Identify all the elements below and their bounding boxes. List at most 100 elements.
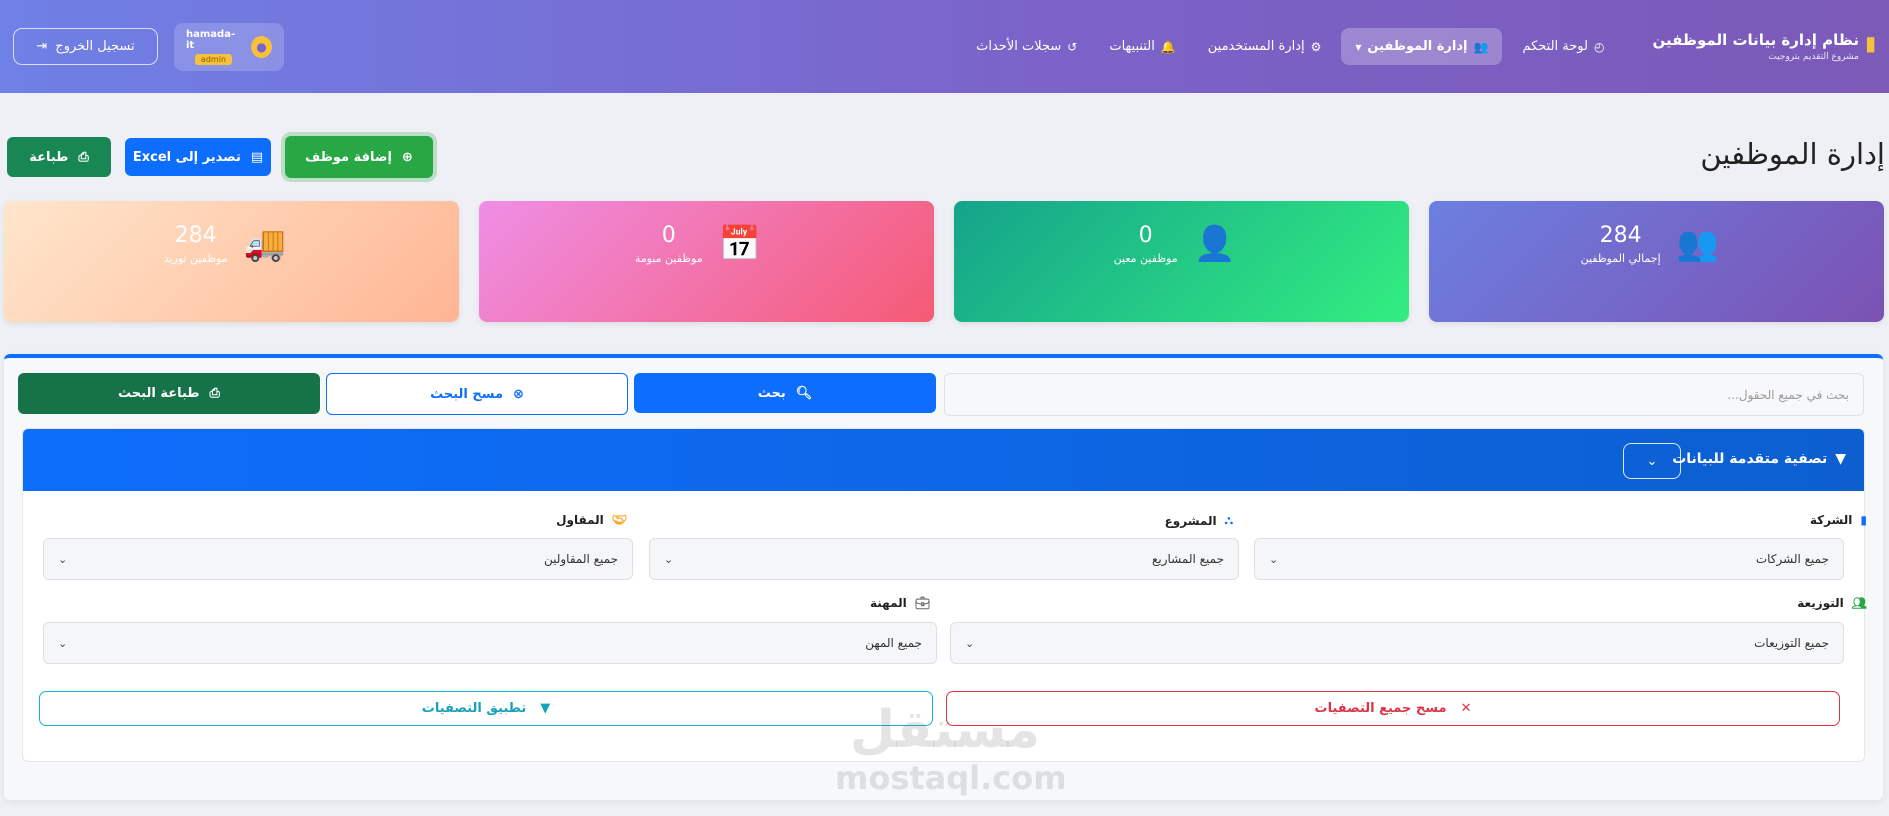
caret-down-icon: ▾ <box>1355 39 1362 54</box>
project-select-value: جميع المشاريع <box>1152 552 1224 566</box>
apply-filters-button[interactable]: ▼ تطبيق التصفيات <box>39 691 933 726</box>
nav-item-label: سجلات الأحداث <box>976 39 1062 54</box>
project-filter-label: ⛬ المشروع <box>1165 513 1233 528</box>
watermark: مستقل mostaql.com <box>835 700 1067 797</box>
advanced-filter-title: ▼ تصفية متقدمة للبيانات <box>1672 451 1846 467</box>
chevron-down-icon: ⌄ <box>965 636 975 650</box>
distribution-filter-label: 👥︎ التوزيعة <box>1797 596 1867 610</box>
brand-title: نظام إدارة بيانات الموظفين <box>1652 31 1859 49</box>
project-select[interactable]: جميع المشاريع ⌄ <box>649 538 1239 580</box>
stat-card-supply: 🚚 284 موظفين توريد <box>4 201 459 322</box>
contractor-label-text: المقاول <box>556 513 604 527</box>
handshake-icon: 🤝︎ <box>611 513 627 527</box>
user-role-badge: admin <box>194 53 232 65</box>
printer-icon: ⎙ <box>78 149 89 165</box>
briefcase-icon: 💼︎ <box>914 596 930 610</box>
plus-circle-icon: ⊕ <box>401 149 413 165</box>
nav-item-label: لوحة التحكم <box>1522 39 1588 54</box>
company-filter-label: ▮ الشركة <box>1810 513 1867 527</box>
nav-item-dashboard[interactable]: ◴ لوحة التحكم <box>1510 29 1616 64</box>
filter-icon: ▼ <box>540 701 551 716</box>
building-icon: ▮ <box>1864 31 1876 55</box>
calendar-icon: 📅 <box>718 224 761 264</box>
company-select-value: جميع الشركات <box>1755 552 1829 566</box>
company-label-text: الشركة <box>1809 513 1853 527</box>
chevron-down-icon: ⌄ <box>664 552 674 566</box>
page-title: إدارة الموظفين <box>1700 137 1885 171</box>
filter-icon: ▼ <box>1835 451 1846 467</box>
avatar: ● <box>250 35 272 58</box>
watermark-english: mostaql.com <box>835 759 1067 797</box>
profession-filter-label: 💼︎ المهنة <box>870 596 930 610</box>
profession-label-text: المهنة <box>870 596 907 610</box>
apply-filters-label: تطبيق التصفيات <box>421 701 527 716</box>
stat-card-appointed: 👤 0 موظفين معين <box>954 201 1409 322</box>
user-tie-icon: 👤 <box>1193 224 1236 264</box>
stat-card-daily: 📅 0 موظفين مبومة <box>479 201 934 322</box>
print-button[interactable]: ⎙ طباعة <box>7 137 111 177</box>
nav-item-label: التنبيهات <box>1109 39 1155 54</box>
chevron-down-icon: ⌄ <box>1269 552 1279 566</box>
project-diagram-icon: ⛬ <box>1224 513 1233 527</box>
stat-card-total: 👥 284 إجمالي الموظفين <box>1429 201 1884 322</box>
print-search-button[interactable]: ⎙ طباعة البحث <box>18 373 320 414</box>
logout-label: تسجيل الخروج <box>55 39 135 54</box>
distribution-select[interactable]: جميع التوزيعات ⌄ <box>950 622 1844 664</box>
stat-value: 0 <box>661 223 676 248</box>
search-button[interactable]: 🔍︎ بحث <box>634 373 936 413</box>
truck-icon: 🚚 <box>243 224 286 264</box>
stat-label: موظفين مبومة <box>634 252 703 265</box>
sign-out-icon: ⇥ <box>36 39 48 54</box>
advanced-filter-header[interactable]: ▼ تصفية متقدمة للبيانات ⌄ <box>23 429 1864 491</box>
user-gear-icon: ⚙ <box>1310 39 1322 54</box>
user-chip[interactable]: ● hamada-it admin <box>174 22 284 71</box>
nav-item-label: إدارة الموظفين <box>1367 39 1468 54</box>
watermark-arabic: مستقل <box>849 700 1041 760</box>
stat-label: موظفين معين <box>1113 252 1178 265</box>
stat-value: 0 <box>1138 223 1153 248</box>
filter-collapse-toggle[interactable]: ⌄ <box>1623 443 1681 479</box>
logout-button[interactable]: تسجيل الخروج ⇥ <box>13 28 158 65</box>
search-input[interactable] <box>944 373 1864 416</box>
nav-item-alerts[interactable]: 🔔 التنبيهات <box>1097 29 1187 64</box>
add-employee-label: إضافة موظف <box>305 149 392 165</box>
distribution-label-text: التوزيعة <box>1797 596 1844 610</box>
history-icon: ↺ <box>1067 39 1078 54</box>
chevron-down-icon: ⌄ <box>58 552 68 566</box>
clear-search-button[interactable]: ⊗ مسح البحث <box>326 373 628 415</box>
stat-label: إجمالي الموظفين <box>1580 252 1661 265</box>
clear-all-filters-label: مسح جميع التصفيات <box>1314 701 1447 716</box>
building-icon: ▮ <box>1860 513 1867 527</box>
brand[interactable]: ▮ نظام إدارة بيانات الموظفين مشروع التقد… <box>1652 31 1876 62</box>
nav-menu: ◴ لوحة التحكم 👥 إدارة الموظفين ▾ ⚙ إدارة… <box>964 28 1616 65</box>
contractor-select[interactable]: جميع المقاولين ⌄ <box>43 538 633 580</box>
printer-icon: ⎙ <box>209 386 220 401</box>
chevron-down-icon: ⌄ <box>1646 453 1658 469</box>
project-label-text: المشروع <box>1164 513 1217 528</box>
nav-item-employees[interactable]: 👥 إدارة الموظفين ▾ <box>1341 28 1503 65</box>
nav-item-users[interactable]: ⚙ إدارة المستخدمين <box>1196 29 1334 64</box>
export-excel-button[interactable]: ▤ تصدير إلى Excel <box>125 138 271 176</box>
nav-item-label: إدارة المستخدمين <box>1207 39 1305 54</box>
search-label: بحث <box>757 385 786 401</box>
add-employee-button[interactable]: ⊕ إضافة موظف <box>285 136 433 178</box>
brand-subtitle: مشروع التقديم بتروجيت <box>1768 52 1859 62</box>
bell-icon: 🔔 <box>1160 39 1176 54</box>
clear-all-filters-button[interactable]: ✕ مسح جميع التصفيات <box>946 691 1840 726</box>
clear-search-label: مسح البحث <box>430 386 504 402</box>
stat-label: موظفين توريد <box>163 252 228 265</box>
top-navbar: ▮ نظام إدارة بيانات الموظفين مشروع التقد… <box>0 0 1889 93</box>
print-search-label: طباعة البحث <box>118 386 200 401</box>
nav-item-logs[interactable]: ↺ سجلات الأحداث <box>964 29 1089 64</box>
user-name: hamada-it <box>186 28 236 51</box>
search-icon: 🔍︎ <box>795 385 813 401</box>
profession-select[interactable]: جميع المهن ⌄ <box>43 622 937 664</box>
users-icon: 👥︎ <box>1851 596 1867 610</box>
stat-value: 284 <box>174 223 217 248</box>
dashboard-icon: ◴ <box>1593 39 1605 54</box>
users-icon: 👥 <box>1473 39 1489 54</box>
export-excel-label: تصدير إلى Excel <box>132 149 241 165</box>
chevron-down-icon: ⌄ <box>58 636 68 650</box>
close-icon: ✕ <box>1460 701 1472 716</box>
company-select[interactable]: جميع الشركات ⌄ <box>1254 538 1844 580</box>
